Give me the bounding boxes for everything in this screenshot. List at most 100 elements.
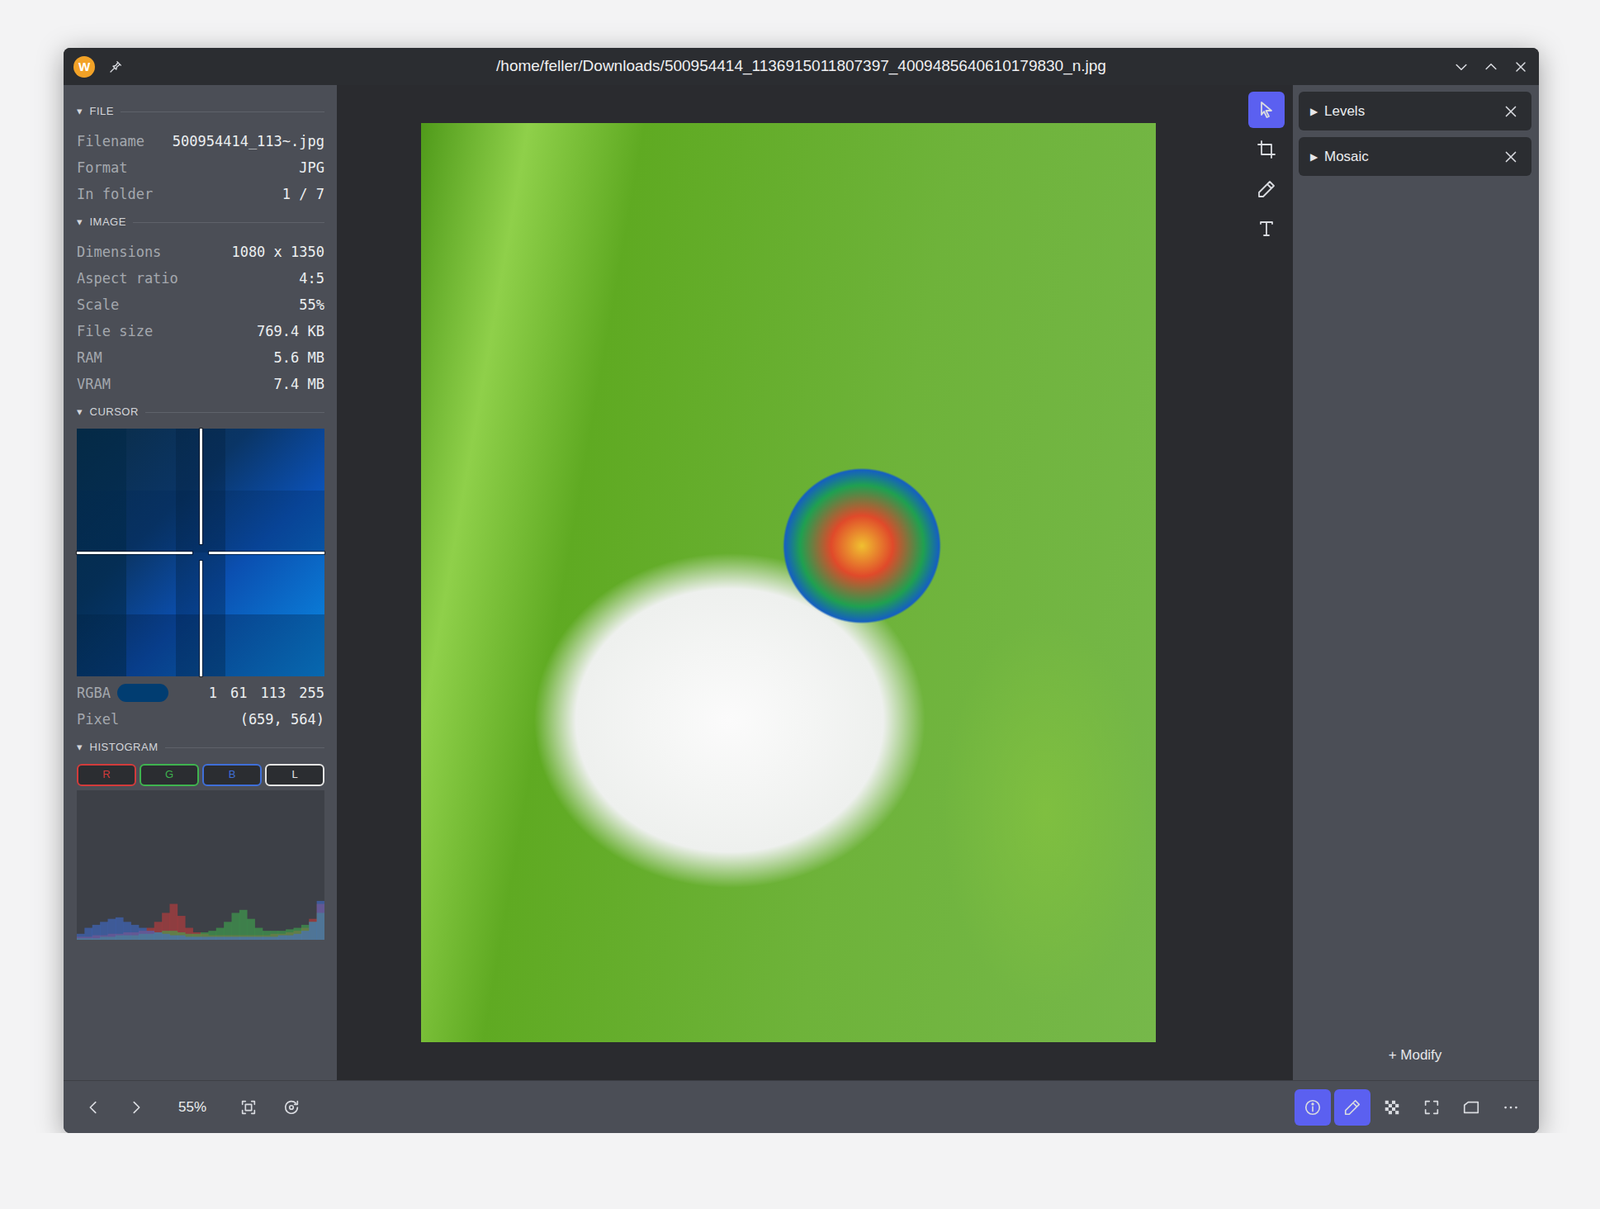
histogram-bar [293, 933, 303, 940]
histogram-bar [154, 932, 163, 940]
more-button[interactable] [1492, 1088, 1529, 1126]
info-row: VRAM7.4 MB [76, 370, 325, 398]
modifier-item[interactable]: ▶Mosaic [1298, 137, 1532, 176]
chevron-down-icon [1453, 58, 1470, 76]
histogram-bar [177, 935, 186, 940]
edit-button[interactable] [1334, 1088, 1371, 1126]
modifier-item[interactable]: ▶ Levels [1298, 91, 1532, 131]
info-label: Filename [76, 127, 145, 155]
reset-icon [282, 1098, 301, 1117]
remove-button[interactable] [1501, 147, 1520, 166]
histogram-bar [92, 924, 101, 940]
image-canvas[interactable] [336, 85, 1241, 1080]
section-divider [132, 222, 325, 223]
reset-button[interactable] [273, 1088, 310, 1126]
info-panel: ▾FILE Filename500954414_113~.jpgFormatJPG… [63, 85, 337, 1080]
histogram-bar [246, 918, 256, 940]
text-tool[interactable] [1248, 210, 1285, 247]
info-row: Scale55% [76, 291, 325, 318]
tool-strip [1240, 85, 1293, 1080]
histogram-bar [301, 930, 310, 940]
sidebar-button[interactable] [1453, 1088, 1490, 1126]
section-header[interactable]: ▾FILE [76, 103, 325, 120]
histogram-bar [246, 936, 256, 940]
histogram-bar [123, 921, 132, 940]
histogram-bar [262, 936, 271, 940]
info-row: Aspect ratio4:5 [76, 265, 325, 292]
section-toggle[interactable]: ▾ [76, 103, 84, 120]
section-header[interactable]: ▾IMAGE [76, 213, 325, 231]
histogram-bar [216, 936, 225, 940]
histogram-bar [193, 933, 202, 940]
modifier-label: Levels [1324, 100, 1496, 123]
info-row: Filename500954414_113~.jpg [76, 127, 325, 155]
pixel-value: (659, 564) [240, 705, 325, 733]
histogram-bar [177, 932, 186, 940]
section-toggle[interactable]: ▾ [76, 403, 84, 421]
histogram-bar [231, 912, 241, 940]
dots-icon [1501, 1098, 1520, 1117]
maximize-button[interactable] [1482, 58, 1500, 76]
next-button[interactable] [118, 1088, 155, 1126]
fit-button[interactable] [230, 1088, 267, 1126]
histogram-bar [84, 927, 93, 940]
histogram-bar [255, 927, 264, 940]
remove-button[interactable] [1501, 102, 1520, 121]
histogram-bar [269, 930, 279, 940]
close-button[interactable] [1512, 58, 1529, 76]
section-title: CURSOR [89, 403, 139, 421]
modifier-toggle[interactable]: ▶ [1310, 149, 1318, 165]
rgba-value: 255 [298, 679, 325, 706]
minimize-button[interactable] [1453, 58, 1470, 76]
section-toggle[interactable]: ▾ [76, 738, 84, 756]
crosshair-line [199, 560, 203, 677]
section-divider [120, 111, 325, 113]
info-row: FormatJPG [76, 154, 325, 181]
zoom-level[interactable]: 55% [167, 1096, 218, 1118]
pixel-row: Pixel(659, 564) [76, 705, 325, 733]
previous-button[interactable] [75, 1088, 112, 1126]
histogram-bar [161, 912, 171, 940]
modifier-toggle[interactable]: ▶ [1310, 104, 1318, 119]
histogram-bar [301, 924, 310, 940]
app-logo: W [73, 56, 95, 78]
fullscreen-button[interactable] [1413, 1088, 1450, 1126]
rgba-value: 113 [260, 679, 287, 706]
crosshair-line [199, 428, 203, 545]
photo[interactable] [421, 123, 1156, 1042]
histogram-bar [154, 921, 163, 940]
section-header[interactable]: ▾ CURSOR [76, 403, 325, 421]
chevron-right-icon [127, 1098, 146, 1117]
info-button[interactable] [1294, 1088, 1331, 1126]
draw-tool[interactable] [1248, 170, 1285, 208]
info-value: JPG [298, 154, 325, 181]
pin-button[interactable] [108, 59, 124, 75]
histogram-bar [170, 930, 179, 940]
channel-button[interactable]: L [265, 763, 325, 786]
crosshair-line [208, 551, 325, 554]
channel-button[interactable]: R [76, 763, 137, 786]
info-value: 4:5 [298, 265, 325, 292]
section-divider [145, 411, 325, 413]
add-modifier-button[interactable]: + Modify [1298, 1039, 1532, 1071]
title-bar: W/home/feller/Downloads/500954414_113691… [63, 47, 1539, 86]
histogram-bar [184, 936, 194, 940]
info-value: 769.4 KB [256, 317, 325, 345]
transparency-button[interactable] [1373, 1088, 1411, 1126]
fit-icon [239, 1098, 258, 1117]
info-value: 1 / 7 [282, 180, 325, 208]
channel-button[interactable]: G [139, 763, 199, 786]
histogram-bar [131, 924, 140, 940]
section-header[interactable]: ▾HISTOGRAM [76, 738, 325, 756]
section-toggle[interactable]: ▾ [76, 213, 84, 231]
histogram-bar [208, 936, 217, 940]
crop-tool[interactable] [1248, 131, 1285, 168]
histogram-bar [184, 927, 194, 940]
info-value: 7.4 MB [274, 370, 325, 398]
histogram-bar [262, 930, 271, 940]
channel-button[interactable]: B [202, 763, 262, 786]
histogram-bar [239, 936, 248, 940]
info-row: RAM5.6 MB [76, 344, 325, 371]
histogram-bar [308, 921, 318, 940]
pointer-tool[interactable] [1248, 91, 1285, 128]
